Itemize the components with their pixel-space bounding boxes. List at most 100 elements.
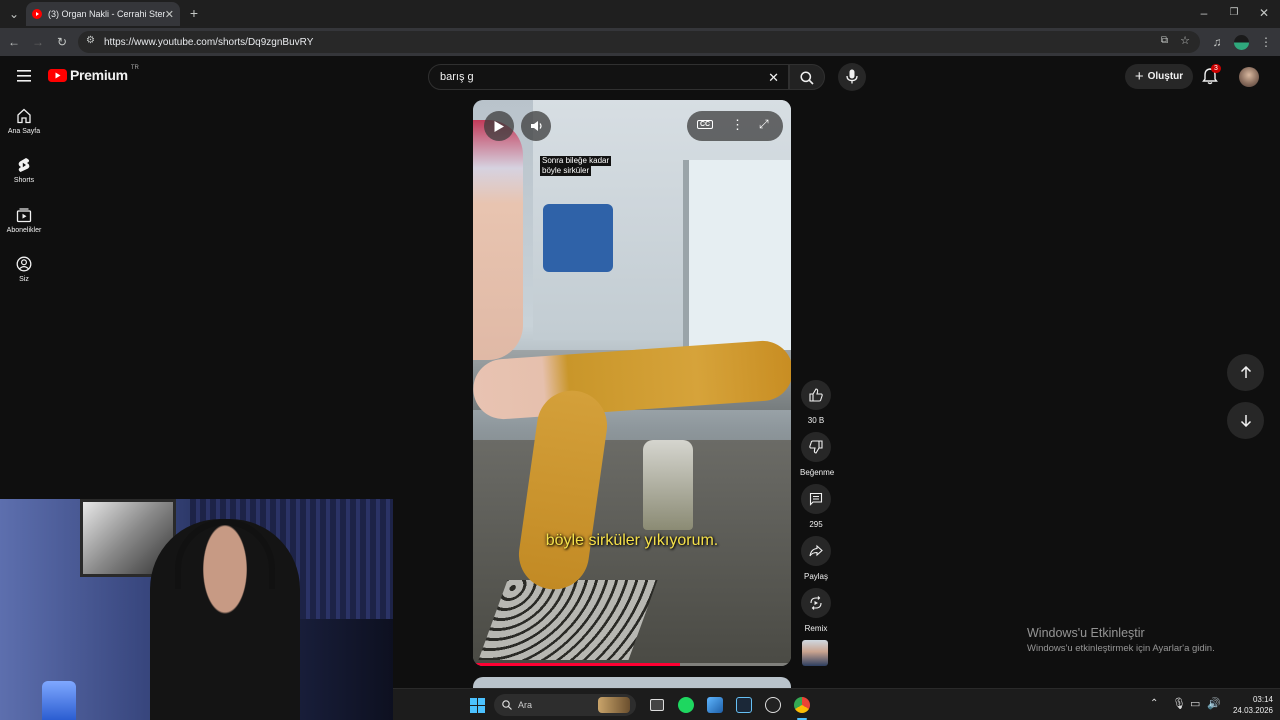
- remix-label: Remix: [804, 624, 828, 633]
- tray-overflow-icon[interactable]: ⌃: [1150, 698, 1158, 709]
- media-control-icon[interactable]: ♫: [1209, 35, 1225, 49]
- play-icon: [494, 120, 504, 132]
- more-options-icon[interactable]: ⋮: [731, 117, 744, 133]
- notification-badge: 3: [1211, 64, 1221, 73]
- back-icon[interactable]: ←: [6, 35, 22, 49]
- taskbar-search[interactable]: Ara: [494, 694, 636, 716]
- comment-count: 295: [809, 520, 823, 529]
- clear-search-icon[interactable]: ✕: [768, 70, 779, 86]
- minimize-icon[interactable]: –: [1196, 6, 1212, 20]
- remix-action[interactable]: Remix: [800, 588, 832, 633]
- reload-icon[interactable]: ↻: [54, 35, 70, 49]
- sidebar-label-home: Ana Sayfa: [7, 128, 41, 135]
- mute-button[interactable]: [521, 111, 551, 141]
- dislike-action[interactable]: Beğenme: [800, 432, 835, 477]
- windows-taskbar: Ara ⌃ 🎙 ▭ 🔊 03:14 24.03.2026: [393, 688, 1280, 720]
- account-avatar[interactable]: [1239, 67, 1259, 87]
- share-label: Paylaş: [803, 572, 828, 581]
- webcam-microphone: [42, 681, 76, 720]
- main-caption: böyle sirküler yıkıyorum.: [545, 532, 719, 549]
- short-video-player[interactable]: CC ⋮ ⤢ Sonra bileğe kadar böyle sirküler…: [473, 100, 791, 666]
- channel-avatar[interactable]: [802, 640, 828, 666]
- sidebar-label-you: Siz: [19, 276, 29, 283]
- like-action[interactable]: 30 B: [800, 380, 832, 425]
- microphone-icon: [846, 69, 858, 84]
- address-bar[interactable]: ⚙ https://www.youtube.com/shorts/Dq9zgnB…: [78, 31, 1200, 53]
- browser-menu-icon[interactable]: ⋮: [1258, 35, 1274, 49]
- video-progress-fill: [473, 663, 680, 666]
- share-icon: [809, 544, 823, 557]
- fullscreen-icon[interactable]: ⤢: [759, 117, 769, 132]
- spotify-icon[interactable]: [678, 697, 694, 713]
- notifications-button[interactable]: 3: [1202, 64, 1221, 86]
- next-short-button[interactable]: [1227, 402, 1264, 439]
- small-caption-line-2: böyle sirküler: [540, 166, 592, 176]
- logo-text: Premium: [70, 67, 128, 83]
- search-input[interactable]: barış g ✕: [428, 64, 789, 90]
- chrome-icon[interactable]: [794, 697, 810, 713]
- window-close-icon[interactable]: ✕: [1256, 6, 1272, 20]
- arrow-down-icon: [1240, 415, 1251, 427]
- browser-tab[interactable]: (3) Organ Nakli - Cerrahi Steril Y ✕: [26, 2, 180, 26]
- sidebar-item-you[interactable]: Siz: [0, 256, 48, 283]
- previous-short-button[interactable]: [1227, 354, 1264, 391]
- soap-bottle: [643, 440, 693, 530]
- create-label: Oluştur: [1147, 71, 1184, 82]
- create-button[interactable]: + Oluştur: [1125, 64, 1193, 89]
- app-icon-blue[interactable]: [707, 697, 723, 713]
- windows-activation-subtitle: Windows'u etkinleştirmek için Ayarlar'a …: [1027, 643, 1215, 654]
- forward-icon[interactable]: →: [30, 35, 46, 49]
- tray-volume-icon[interactable]: 🔊: [1207, 697, 1221, 710]
- windows-start-icon[interactable]: [470, 698, 485, 713]
- url-text: https://www.youtube.com/shorts/Dq9zgnBuv…: [104, 36, 314, 48]
- tab-title: (3) Organ Nakli - Cerrahi Steril Y: [48, 9, 165, 19]
- remix-icon: [810, 596, 822, 610]
- tray-display-icon[interactable]: ▭: [1190, 697, 1200, 710]
- youtube-logo[interactable]: Premium TR: [48, 65, 139, 83]
- bookmark-star-icon[interactable]: ☆: [1180, 34, 1190, 47]
- profile-avatar[interactable]: [1234, 35, 1249, 50]
- like-icon: [809, 388, 823, 402]
- sidebar-label-shorts: Shorts: [13, 177, 35, 184]
- home-icon: [17, 108, 31, 124]
- tab-search-icon[interactable]: ⌄: [6, 7, 22, 21]
- sidebar-item-subscriptions[interactable]: Abonelikler: [0, 207, 48, 234]
- webcam-overlay: [0, 499, 393, 720]
- dislike-icon: [809, 440, 823, 454]
- subscriptions-icon: [16, 208, 32, 223]
- new-tab-icon[interactable]: +: [186, 6, 202, 20]
- shorts-icon: [18, 158, 30, 172]
- taskbar-clock[interactable]: 03:14 24.03.2026: [1227, 694, 1273, 716]
- video-progress-track[interactable]: [473, 663, 791, 666]
- app-icon-dark[interactable]: [765, 697, 781, 713]
- clock-time: 03:14: [1252, 695, 1273, 704]
- captions-icon[interactable]: CC: [697, 120, 714, 129]
- steam-icon[interactable]: [736, 697, 752, 713]
- logo-region: TR: [130, 65, 139, 71]
- sidebar-label-subscriptions: Abonelikler: [6, 227, 42, 234]
- task-view-icon[interactable]: [650, 699, 664, 711]
- clock-date: 24.03.2026: [1232, 706, 1273, 715]
- dislike-label: Beğenme: [800, 468, 835, 477]
- sidebar-item-home[interactable]: Ana Sayfa: [0, 108, 48, 135]
- restore-icon[interactable]: ❐: [1226, 6, 1242, 20]
- volume-icon: [530, 121, 542, 131]
- site-info-icon[interactable]: ⚙: [86, 35, 95, 46]
- sidebar-item-shorts[interactable]: Shorts: [0, 157, 48, 184]
- play-button[interactable]: [484, 111, 514, 141]
- search-button[interactable]: [789, 64, 825, 90]
- install-app-icon[interactable]: ⧉: [1161, 35, 1168, 46]
- tab-close-icon[interactable]: ✕: [165, 8, 174, 21]
- voice-search-button[interactable]: [838, 63, 866, 91]
- taskbar-search-placeholder: Ara: [518, 700, 533, 710]
- youtube-play-logo-icon: [48, 68, 67, 82]
- comments-action[interactable]: 295: [800, 484, 832, 529]
- search-query: barış g: [440, 71, 474, 83]
- youtube-favicon-icon: [32, 9, 42, 19]
- search-highlight-image: [598, 697, 630, 713]
- share-action[interactable]: Paylaş: [800, 536, 832, 581]
- tray-mic-icon[interactable]: 🎙: [1172, 697, 1186, 710]
- video-top-controls: CC ⋮ ⤢: [687, 111, 783, 141]
- browser-toolbar: ← → ↻ ⚙ https://www.youtube.com/shorts/D…: [0, 28, 1280, 56]
- menu-icon[interactable]: [17, 70, 31, 82]
